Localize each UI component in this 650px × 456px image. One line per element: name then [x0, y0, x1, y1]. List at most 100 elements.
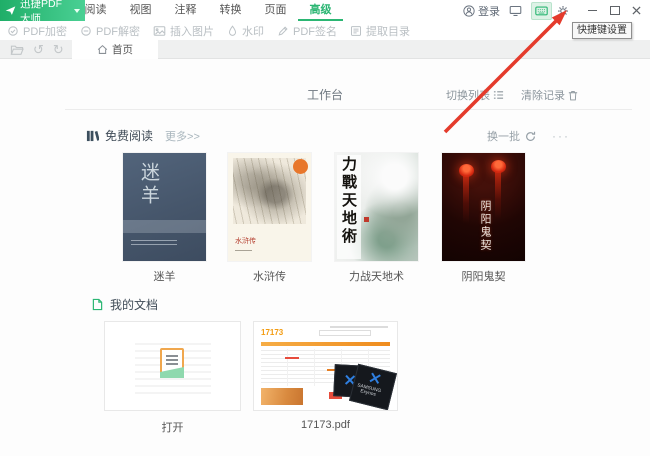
free-reading-header: 免费阅读 更多>> — [86, 127, 200, 144]
my-documents-header: 我的文档 — [92, 296, 158, 313]
settings-gear-icon[interactable] — [557, 2, 569, 19]
thumb-search-box — [319, 330, 371, 336]
clear-history-label: 清除记录 — [521, 87, 565, 103]
thumb-image — [261, 388, 303, 405]
red-lantern — [459, 164, 474, 177]
menu-tabs: 阅读 视图 注释 转换 页面 高级 — [73, 0, 343, 21]
paper-plane-logo-icon — [5, 5, 16, 16]
book-card-lizhantiandishu: 力戰天地術 力战天地术 — [335, 153, 418, 284]
cover-title-text: 力戰天地術 — [339, 156, 360, 246]
cover-band — [123, 220, 206, 233]
books-icon — [86, 129, 99, 142]
titlebar: 迅捷PDF大师 阅读 视图 注释 转换 页面 高级 登录 — [0, 0, 650, 21]
document-tab-strip: ↺ ↻ 首页 — [0, 40, 650, 59]
red-seal — [364, 217, 369, 222]
pdf-sign-label: PDF签名 — [293, 23, 337, 39]
cover-title-text: 水浒传 — [235, 236, 256, 246]
pdf-sign-button[interactable]: PDF签名 — [277, 23, 337, 39]
chip-image: SAMSUNG Exynos — [349, 364, 397, 411]
switch-list-button[interactable]: 切换列表 — [446, 87, 504, 103]
window-controls — [579, 2, 645, 19]
book-cover-lizhantiandishu[interactable]: 力戰天地術 — [335, 153, 418, 261]
book-title: 力战天地术 — [335, 268, 418, 284]
droplet-icon — [227, 25, 238, 37]
user-icon — [463, 2, 475, 19]
shortcut-settings-button[interactable] — [531, 2, 552, 20]
refresh-icon[interactable] — [525, 131, 536, 142]
menu-tab-view[interactable]: 视图 — [118, 0, 163, 21]
shuffle-controls: 换一批 ··· — [487, 128, 570, 144]
circle-minus-icon — [80, 25, 92, 37]
menu-tab-page[interactable]: 页面 — [253, 0, 298, 21]
watermark-button[interactable]: 水印 — [227, 23, 264, 39]
extract-toc-button[interactable]: 提取目录 — [350, 23, 410, 39]
pen-icon — [277, 25, 289, 37]
recent-file-name: 17173.pdf — [253, 419, 398, 431]
trash-icon — [568, 90, 578, 101]
home-tab-label: 首页 — [112, 42, 133, 57]
close-button[interactable] — [628, 2, 645, 19]
book-title: 水浒传 — [228, 268, 311, 284]
open-file-dropzone[interactable] — [104, 321, 241, 411]
extract-toc-label: 提取目录 — [366, 23, 410, 39]
insert-image-label: 插入图片 — [170, 23, 214, 39]
more-dots-button[interactable]: ··· — [552, 132, 570, 140]
minimize-button[interactable] — [584, 2, 601, 19]
switch-list-label: 切换列表 — [446, 87, 490, 103]
login-button[interactable]: 登录 — [463, 2, 500, 19]
login-label: 登录 — [478, 3, 500, 19]
book-cover-yinyangguiqi[interactable]: 阴阳鬼契 — [442, 153, 525, 261]
open-file-card: 打开 — [104, 321, 241, 435]
pdf-decrypt-button[interactable]: PDF解密 — [80, 23, 140, 39]
open-file-icon[interactable] — [10, 44, 24, 56]
home-tab[interactable]: 首页 — [72, 40, 158, 59]
cover-micro-line — [235, 250, 252, 251]
feedback-icon[interactable] — [509, 2, 522, 19]
titlebar-right-controls: 登录 — [463, 0, 645, 21]
menu-tab-annotate[interactable]: 注释 — [163, 0, 208, 21]
divider — [65, 109, 632, 110]
free-reading-title: 免费阅读 — [105, 127, 153, 144]
book-title: 阴阳鬼契 — [442, 268, 525, 284]
book-cover-miyang[interactable]: 迷羊 — [123, 153, 206, 261]
book-title: 迷羊 — [123, 268, 206, 284]
advanced-ribbon: PDF加密 PDF解密 插入图片 水印 — [0, 21, 650, 40]
menu-tab-read[interactable]: 阅读 — [73, 0, 118, 21]
thumb-nav-bar — [261, 342, 390, 346]
maximize-button[interactable] — [606, 2, 623, 19]
circle-check-icon — [7, 25, 19, 37]
more-link[interactable]: 更多>> — [165, 128, 200, 144]
red-lantern — [491, 160, 506, 173]
workspace-actions: 切换列表 清除记录 — [446, 87, 578, 103]
book-card-yinyangguiqi: 阴阳鬼契 阴阳鬼契 — [442, 153, 525, 284]
cover-title-text: 迷羊 — [136, 162, 163, 208]
shortcut-settings-tooltip: 快捷键设置 — [572, 22, 632, 39]
image-icon — [153, 25, 166, 37]
pdf-decrypt-label: PDF解密 — [96, 23, 140, 39]
book-card-miyang: 迷羊 迷羊 — [123, 153, 206, 284]
document-icon — [92, 298, 103, 311]
shuffle-label[interactable]: 换一批 — [487, 128, 520, 144]
watermark-label: 水印 — [242, 23, 264, 39]
home-icon — [97, 44, 108, 55]
thumb-logo-text: 17173 — [261, 329, 283, 337]
recent-file-card: 17173 SAMSUNG Exynos 17173.pdf — [253, 321, 398, 431]
toc-list-icon — [350, 25, 362, 37]
redo-icon[interactable]: ↻ — [53, 43, 64, 56]
menu-tab-convert[interactable]: 转换 — [208, 0, 253, 21]
my-documents-title: 我的文档 — [110, 296, 158, 313]
exynos-logo-icon — [369, 372, 381, 384]
undo-icon[interactable]: ↺ — [33, 43, 44, 56]
menu-tab-advanced[interactable]: 高级 — [298, 0, 343, 21]
insert-image-button[interactable]: 插入图片 — [153, 23, 214, 39]
cover-title-text: 阴阳鬼契 — [477, 200, 493, 252]
recent-file-thumbnail[interactable]: 17173 SAMSUNG Exynos — [253, 321, 398, 411]
book-cover-shuihuzhuan[interactable]: 水浒传 — [228, 153, 311, 261]
webpage-thumbnail: 17173 SAMSUNG Exynos — [257, 325, 394, 407]
clear-history-button[interactable]: 清除记录 — [521, 87, 578, 103]
book-card-shuihuzhuan: 水浒传 水浒传 — [228, 153, 311, 284]
pdf-encrypt-button[interactable]: PDF加密 — [7, 23, 67, 39]
list-view-icon — [493, 90, 504, 100]
cover-micro-text — [131, 237, 177, 245]
open-document-icon — [160, 348, 184, 378]
